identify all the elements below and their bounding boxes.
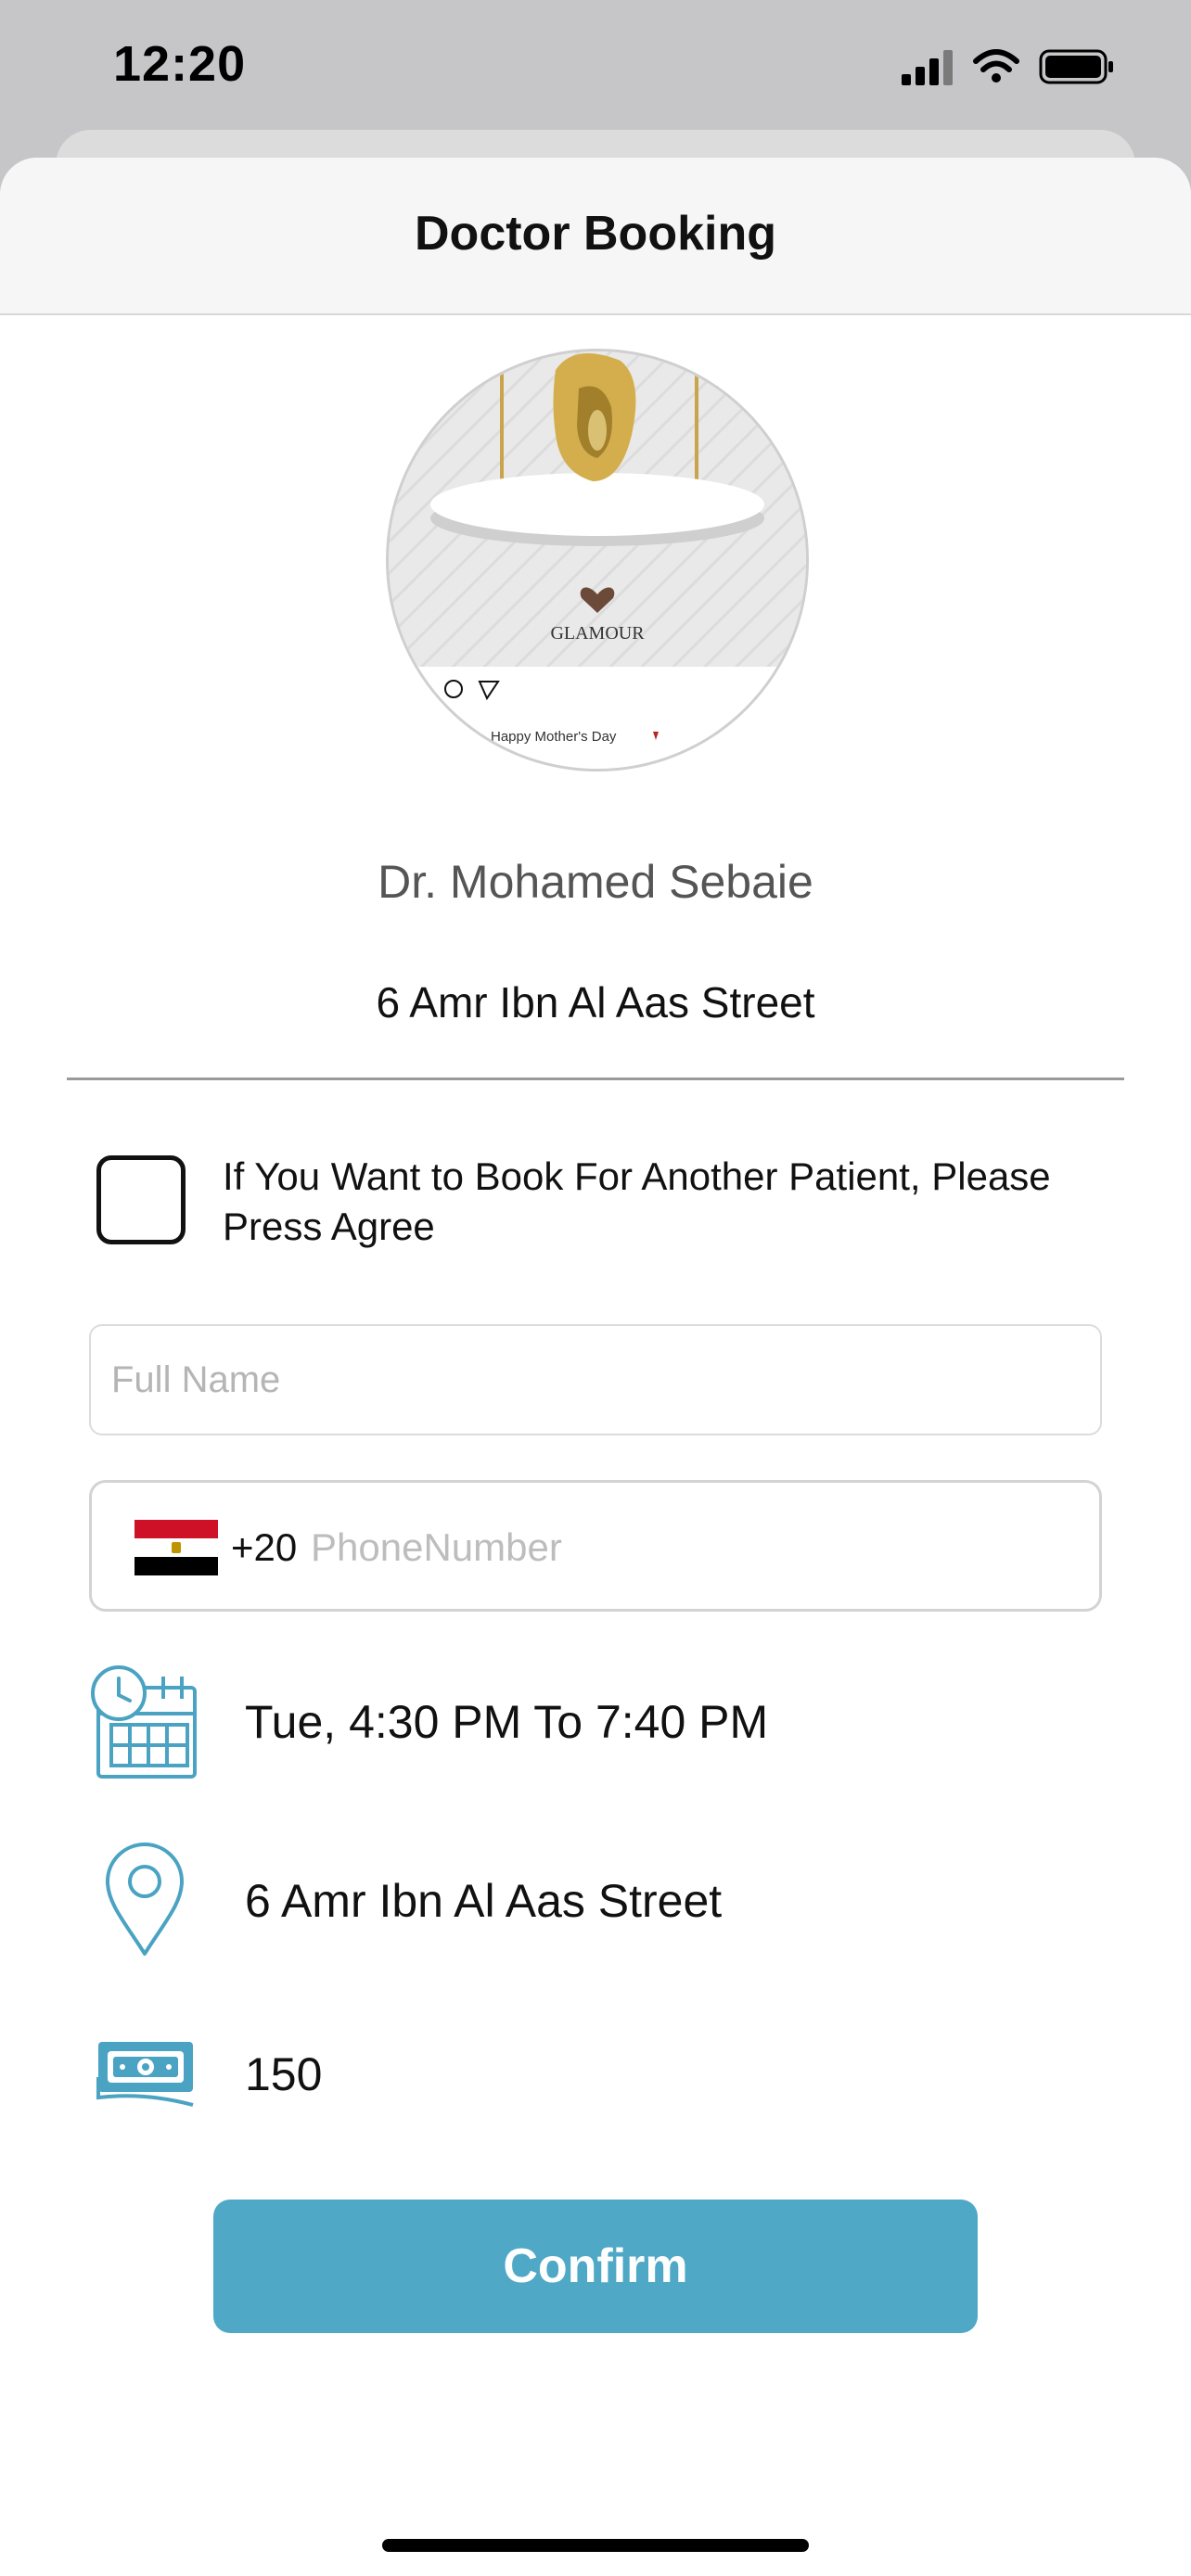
egypt-flag-icon[interactable] — [134, 1520, 218, 1575]
fee-text: 150 — [245, 2048, 323, 2100]
location-row: 6 Amr Ibn Al Aas Street — [0, 1841, 1191, 1961]
avatar-photo: GLAMOUR Happy Mother's Day — [389, 351, 806, 769]
avatar-caption-text: Happy Mother's Day — [491, 729, 617, 745]
schedule-text: Tue, 4:30 PM To 7:40 PM — [245, 1696, 769, 1748]
agree-checkbox[interactable] — [96, 1155, 186, 1244]
doctor-address: 6 Amr Ibn Al Aas Street — [376, 978, 815, 1027]
calendar-clock-icon — [91, 1665, 197, 1779]
full-name-input[interactable] — [89, 1324, 1102, 1435]
status-time: 12:20 — [113, 36, 247, 92]
cellular-signal-icon — [902, 50, 953, 85]
location-text: 6 Amr Ibn Al Aas Street — [245, 1875, 723, 1927]
divider — [67, 1078, 1124, 1080]
dial-code: +20 — [231, 1525, 298, 1569]
status-icons — [902, 49, 1113, 85]
page-title: Doctor Booking — [415, 207, 776, 261]
schedule-row: Tue, 4:30 PM To 7:40 PM — [0, 1660, 1191, 1780]
status-bar: 12:20 — [0, 0, 1191, 130]
navigation-bar: Doctor Booking — [0, 158, 1191, 315]
avatar-brand-text: GLAMOUR — [550, 623, 645, 644]
phone-field[interactable]: +20 — [89, 1480, 1102, 1612]
battery-icon — [1039, 49, 1113, 84]
home-indicator — [382, 2539, 809, 2552]
cash-icon — [96, 2042, 194, 2107]
doctor-avatar: GLAMOUR Happy Mother's Day — [386, 349, 809, 772]
phone-number-input[interactable] — [311, 1511, 1053, 1585]
doctor-name: Dr. Mohamed Sebaie — [378, 856, 813, 908]
fee-row: 150 — [0, 2012, 1191, 2133]
location-pin-icon — [106, 1843, 184, 1956]
wifi-icon — [973, 49, 1019, 83]
confirm-button[interactable]: Confirm — [213, 2200, 978, 2333]
booking-sheet: Doctor Booking GLAMOUR Happy Mother's Da… — [0, 158, 1191, 2576]
agree-label: If You Want to Book For Another Patient,… — [223, 1154, 1051, 1248]
